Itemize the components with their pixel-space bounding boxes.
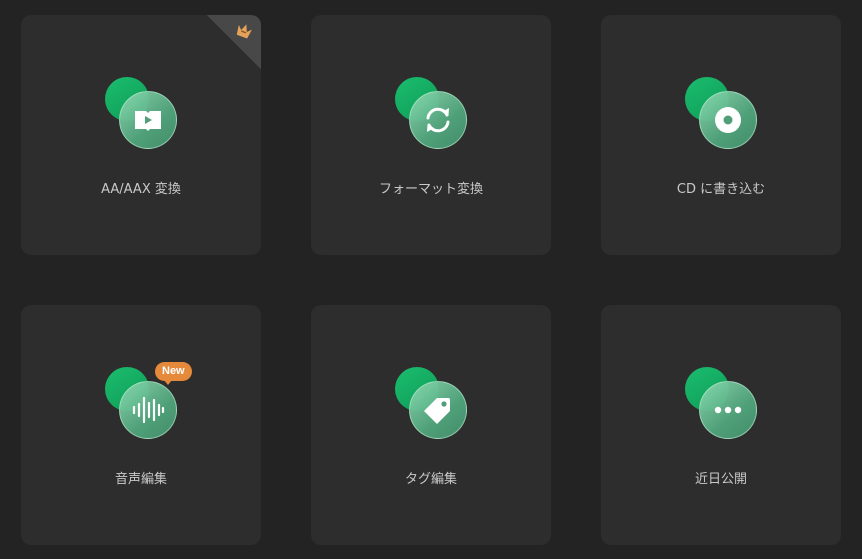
tool-card-audio-edit[interactable]: New 音声編集 xyxy=(21,305,261,545)
tool-label: フォーマット変換 xyxy=(378,182,483,197)
tool-card-tag-edit[interactable]: タグ編集 xyxy=(311,305,551,545)
tag-icon xyxy=(395,367,469,441)
tool-card-burn-cd[interactable]: CD に書き込む xyxy=(601,15,841,255)
tool-card-coming-soon[interactable]: 近日公開 xyxy=(601,305,841,545)
premium-corner xyxy=(207,15,261,69)
tool-label: 音声編集 xyxy=(114,472,167,487)
tool-label: タグ編集 xyxy=(404,472,457,487)
convert-arrows-icon xyxy=(395,77,469,151)
tool-card-format-convert[interactable]: フォーマット変換 xyxy=(311,15,551,255)
tool-label: 近日公開 xyxy=(694,472,747,487)
audiobook-play-icon xyxy=(105,77,179,151)
disc-icon xyxy=(685,77,759,151)
tool-card-aa-aax-convert[interactable]: AA/AAX 変換 xyxy=(21,15,261,255)
tools-grid: AA/AAX 変換 フォーマット変換 CD に書き込む New 音声編集 タグ編… xyxy=(21,15,841,545)
tool-label: CD に書き込む xyxy=(676,182,766,197)
new-badge: New xyxy=(155,362,192,385)
crown-icon xyxy=(236,24,252,39)
more-dots-icon xyxy=(685,367,759,441)
tool-label: AA/AAX 変換 xyxy=(101,182,181,197)
